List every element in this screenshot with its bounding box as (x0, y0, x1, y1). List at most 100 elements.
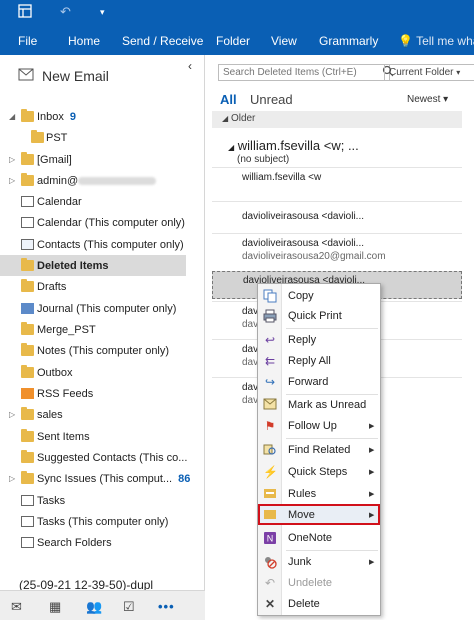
folder-gmail[interactable]: ▷ [Gmail] (0, 149, 204, 170)
folder-sync-issues[interactable]: ▷ Sync Issues (This comput... 86 (0, 468, 204, 489)
folder-icon (21, 429, 34, 442)
sort-label: Newest (407, 94, 441, 105)
outlook-app-icon[interactable] (18, 4, 32, 21)
menu-item-mark-unread[interactable]: Mark as Unread (258, 395, 380, 414)
folder-pst[interactable]: PST (0, 127, 204, 148)
folder-label: Deleted Items (37, 259, 109, 272)
filter-all[interactable]: All (220, 92, 237, 107)
folder-admin[interactable]: ▷ admin@ (0, 170, 204, 191)
tab-view[interactable]: View (271, 34, 297, 48)
folder-label: Inbox (37, 110, 64, 123)
sort-dropdown[interactable]: Newest ▾ (407, 94, 448, 105)
folder-label: Notes (This computer only) (37, 344, 170, 357)
unread-count: 86 (178, 472, 191, 485)
folder-deleted-items[interactable]: Deleted Items (0, 255, 186, 276)
menu-item-label: Rules (288, 487, 317, 500)
folder-label: Drafts (37, 280, 67, 293)
tab-file[interactable]: File (18, 34, 37, 48)
folder-inbox[interactable]: ◢ Inbox 9 (0, 106, 204, 127)
tab-grammarly[interactable]: Grammarly (319, 34, 378, 48)
message-sender: davioliveirasousa <davioli... (242, 238, 365, 249)
delete-icon: ✕ (264, 596, 276, 611)
folder-label: Sent Items (37, 430, 90, 443)
collapse-pane-icon[interactable]: ‹ (188, 59, 192, 73)
message-sender: davioliveirasousa <davioli... (242, 211, 365, 222)
menu-item-label: Undelete (288, 576, 333, 589)
menu-item-reply-all[interactable]: ⇇ Reply All (258, 351, 380, 370)
message-row[interactable]: davioliveirasousa <davioli... (212, 201, 462, 233)
menu-item-reply[interactable]: ↩ Reply (258, 330, 380, 349)
message-row[interactable]: william.fsevilla <w (212, 167, 462, 201)
folder-merge-pst[interactable]: Merge_PST (0, 319, 204, 340)
chevron-down-icon: ▾ (443, 94, 449, 105)
folder-calendar[interactable]: Calendar (0, 191, 204, 212)
folder-rss-feeds[interactable]: RSS Feeds (0, 383, 204, 404)
menu-item-move[interactable]: Move ▶ (258, 504, 380, 525)
rss-icon (21, 388, 34, 399)
tab-home[interactable]: Home (68, 34, 100, 48)
redacted-address (78, 176, 157, 185)
folder-calendar-local[interactable]: Calendar (This computer only) (0, 212, 204, 233)
filter-unread[interactable]: Unread (250, 92, 293, 107)
menu-item-label: Follow Up (288, 419, 337, 432)
menu-item-undelete[interactable]: ↶ Undelete (258, 573, 380, 592)
menu-item-label: Reply (288, 333, 317, 346)
search-scope-dropdown[interactable]: Current Folder ▾ (384, 64, 474, 81)
folder-label: Tasks (37, 494, 66, 507)
expand-arrow-icon[interactable]: ▷ (9, 155, 15, 164)
folder-journal[interactable]: Journal (This computer only) (0, 298, 204, 319)
menu-item-label: Mark as Unread (288, 398, 367, 411)
collapse-arrow-icon: ◢ (228, 143, 235, 152)
tasks-icon (21, 495, 34, 506)
calendar-icon[interactable]: ▦ (49, 599, 61, 615)
menu-item-label: Copy (288, 289, 314, 302)
people-icon[interactable]: 👥 (86, 599, 102, 615)
tab-send-receive[interactable]: Send / Receive (122, 34, 203, 48)
folder-notes[interactable]: Notes (This computer only) (0, 340, 204, 361)
folder-label: Tasks (This computer only) (37, 515, 169, 528)
undo-icon[interactable]: ↶ (60, 4, 71, 20)
menu-item-find-related[interactable]: Find Related ▶ (258, 440, 380, 459)
expand-arrow-icon[interactable]: ▷ (9, 410, 15, 419)
menu-item-quick-steps[interactable]: ⚡ Quick Steps ▶ (258, 462, 380, 481)
reply-all-icon: ⇇ (264, 353, 276, 368)
more-icon[interactable]: ••• (158, 599, 175, 614)
folder-tasks-local[interactable]: Tasks (This computer only) (0, 511, 204, 532)
folder-sales[interactable]: ▷ sales (0, 404, 204, 425)
expand-arrow-icon[interactable]: ▷ (9, 474, 15, 483)
message-row[interactable]: davioliveirasousa <davioli... daviolivei… (212, 233, 462, 268)
tasks-icon[interactable]: ☑ (123, 599, 135, 615)
menu-item-junk[interactable]: Junk ▶ (258, 552, 380, 571)
folder-tasks[interactable]: Tasks (0, 490, 204, 511)
lightbulb-icon: 💡 (398, 34, 413, 48)
menu-item-rules[interactable]: Rules ▶ (258, 484, 380, 503)
folder-contacts-local[interactable]: Contacts (This computer only) (0, 234, 204, 255)
menu-item-delete[interactable]: ✕ Delete (258, 594, 380, 613)
onenote-icon: N (263, 531, 277, 545)
folder-duplicate-account[interactable]: (25-09-21 12-39-50)-dupl (0, 574, 204, 591)
search-input[interactable] (218, 64, 390, 81)
expand-arrow-icon[interactable]: ▷ (9, 176, 15, 185)
mail-icon[interactable]: ✉ (11, 599, 22, 615)
expand-arrow-icon[interactable]: ◢ (9, 112, 15, 121)
menu-separator (286, 328, 378, 329)
menu-item-onenote[interactable]: N OneNote (258, 528, 380, 547)
menu-item-copy[interactable]: Copy (258, 286, 380, 305)
folder-suggested-contacts[interactable]: Suggested Contacts (This co... (0, 447, 204, 468)
group-header[interactable]: ◢ Older (212, 111, 462, 128)
tab-folder[interactable]: Folder (216, 34, 250, 48)
folder-sent-items[interactable]: Sent Items (0, 426, 204, 447)
folder-outbox[interactable]: Outbox (0, 362, 204, 383)
folder-label: Outbox (37, 366, 73, 379)
title-bar: ↶ ▾ (0, 0, 474, 27)
menu-item-forward[interactable]: ↪ Forward (258, 372, 380, 391)
submenu-arrow-icon: ▶ (369, 490, 375, 498)
tell-me-box[interactable]: 💡 Tell me what (398, 34, 474, 48)
menu-item-quick-print[interactable]: Quick Print (258, 306, 380, 325)
new-email-button[interactable]: New Email (18, 66, 109, 86)
folder-search-folders[interactable]: Search Folders (0, 532, 204, 553)
customize-toolbar-icon[interactable]: ▾ (100, 7, 105, 18)
folder-drafts[interactable]: Drafts (0, 276, 204, 297)
thread-header[interactable]: ◢ william.fsevilla <w; ... (228, 138, 359, 153)
menu-item-follow-up[interactable]: ⚑ Follow Up ▶ (258, 416, 380, 435)
